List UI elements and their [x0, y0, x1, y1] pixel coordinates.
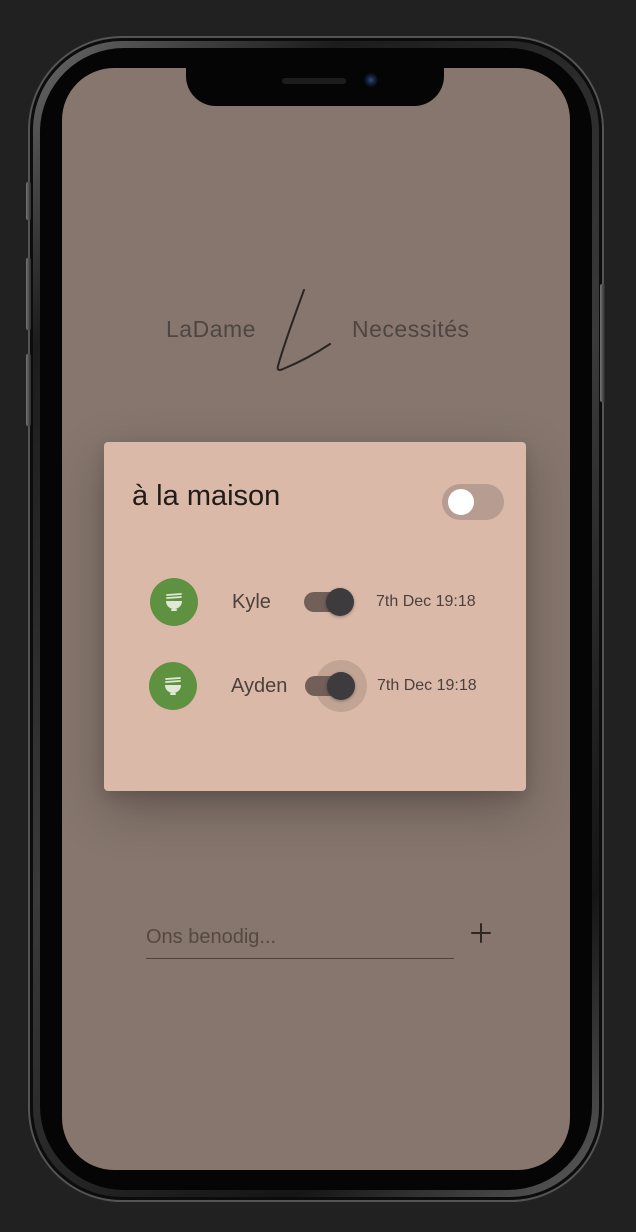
brand-header: LaDame Necessités [62, 268, 570, 388]
brand-right-text: Necessités [352, 316, 470, 342]
member-name: Ayden [231, 675, 288, 697]
member-row-kyle: Kyle 7th Dec 19:18 [104, 572, 526, 632]
toggle-knob [448, 489, 474, 515]
toggle-knob [326, 588, 354, 616]
member-toggle[interactable] [305, 660, 367, 712]
mute-switch [26, 182, 31, 220]
member-toggle[interactable] [304, 588, 354, 616]
avatar [150, 578, 198, 626]
volume-up-button [26, 258, 31, 330]
member-row-ayden: Ayden 7th Dec 19:18 [104, 656, 526, 716]
item-input[interactable] [146, 922, 454, 952]
speaker-grille [282, 78, 346, 84]
toggle-knob [327, 672, 355, 700]
item-input-field [146, 920, 454, 959]
member-timestamp: 7th Dec 19:18 [376, 593, 476, 610]
noodle-bowl-icon [166, 593, 182, 611]
volume-down-button [26, 354, 31, 426]
noodle-bowl-icon [165, 677, 181, 695]
script-l-logo-icon [276, 289, 331, 371]
card-main-toggle[interactable] [442, 484, 504, 520]
card-title: à la maison [132, 480, 281, 512]
camera-icon [364, 73, 378, 87]
avatar [149, 662, 197, 710]
app-screen: LaDame Necessités à la maison Kyle 7th D… [62, 68, 570, 1170]
add-button[interactable] [464, 916, 498, 950]
member-name: Kyle [232, 591, 271, 613]
power-button [600, 284, 605, 402]
household-card: à la maison Kyle 7th Dec 19:18 Ayden 7th… [104, 442, 526, 791]
brand-left-text: LaDame [166, 316, 256, 342]
member-timestamp: 7th Dec 19:18 [377, 677, 477, 694]
notch [186, 68, 444, 106]
plus-icon [471, 923, 491, 943]
